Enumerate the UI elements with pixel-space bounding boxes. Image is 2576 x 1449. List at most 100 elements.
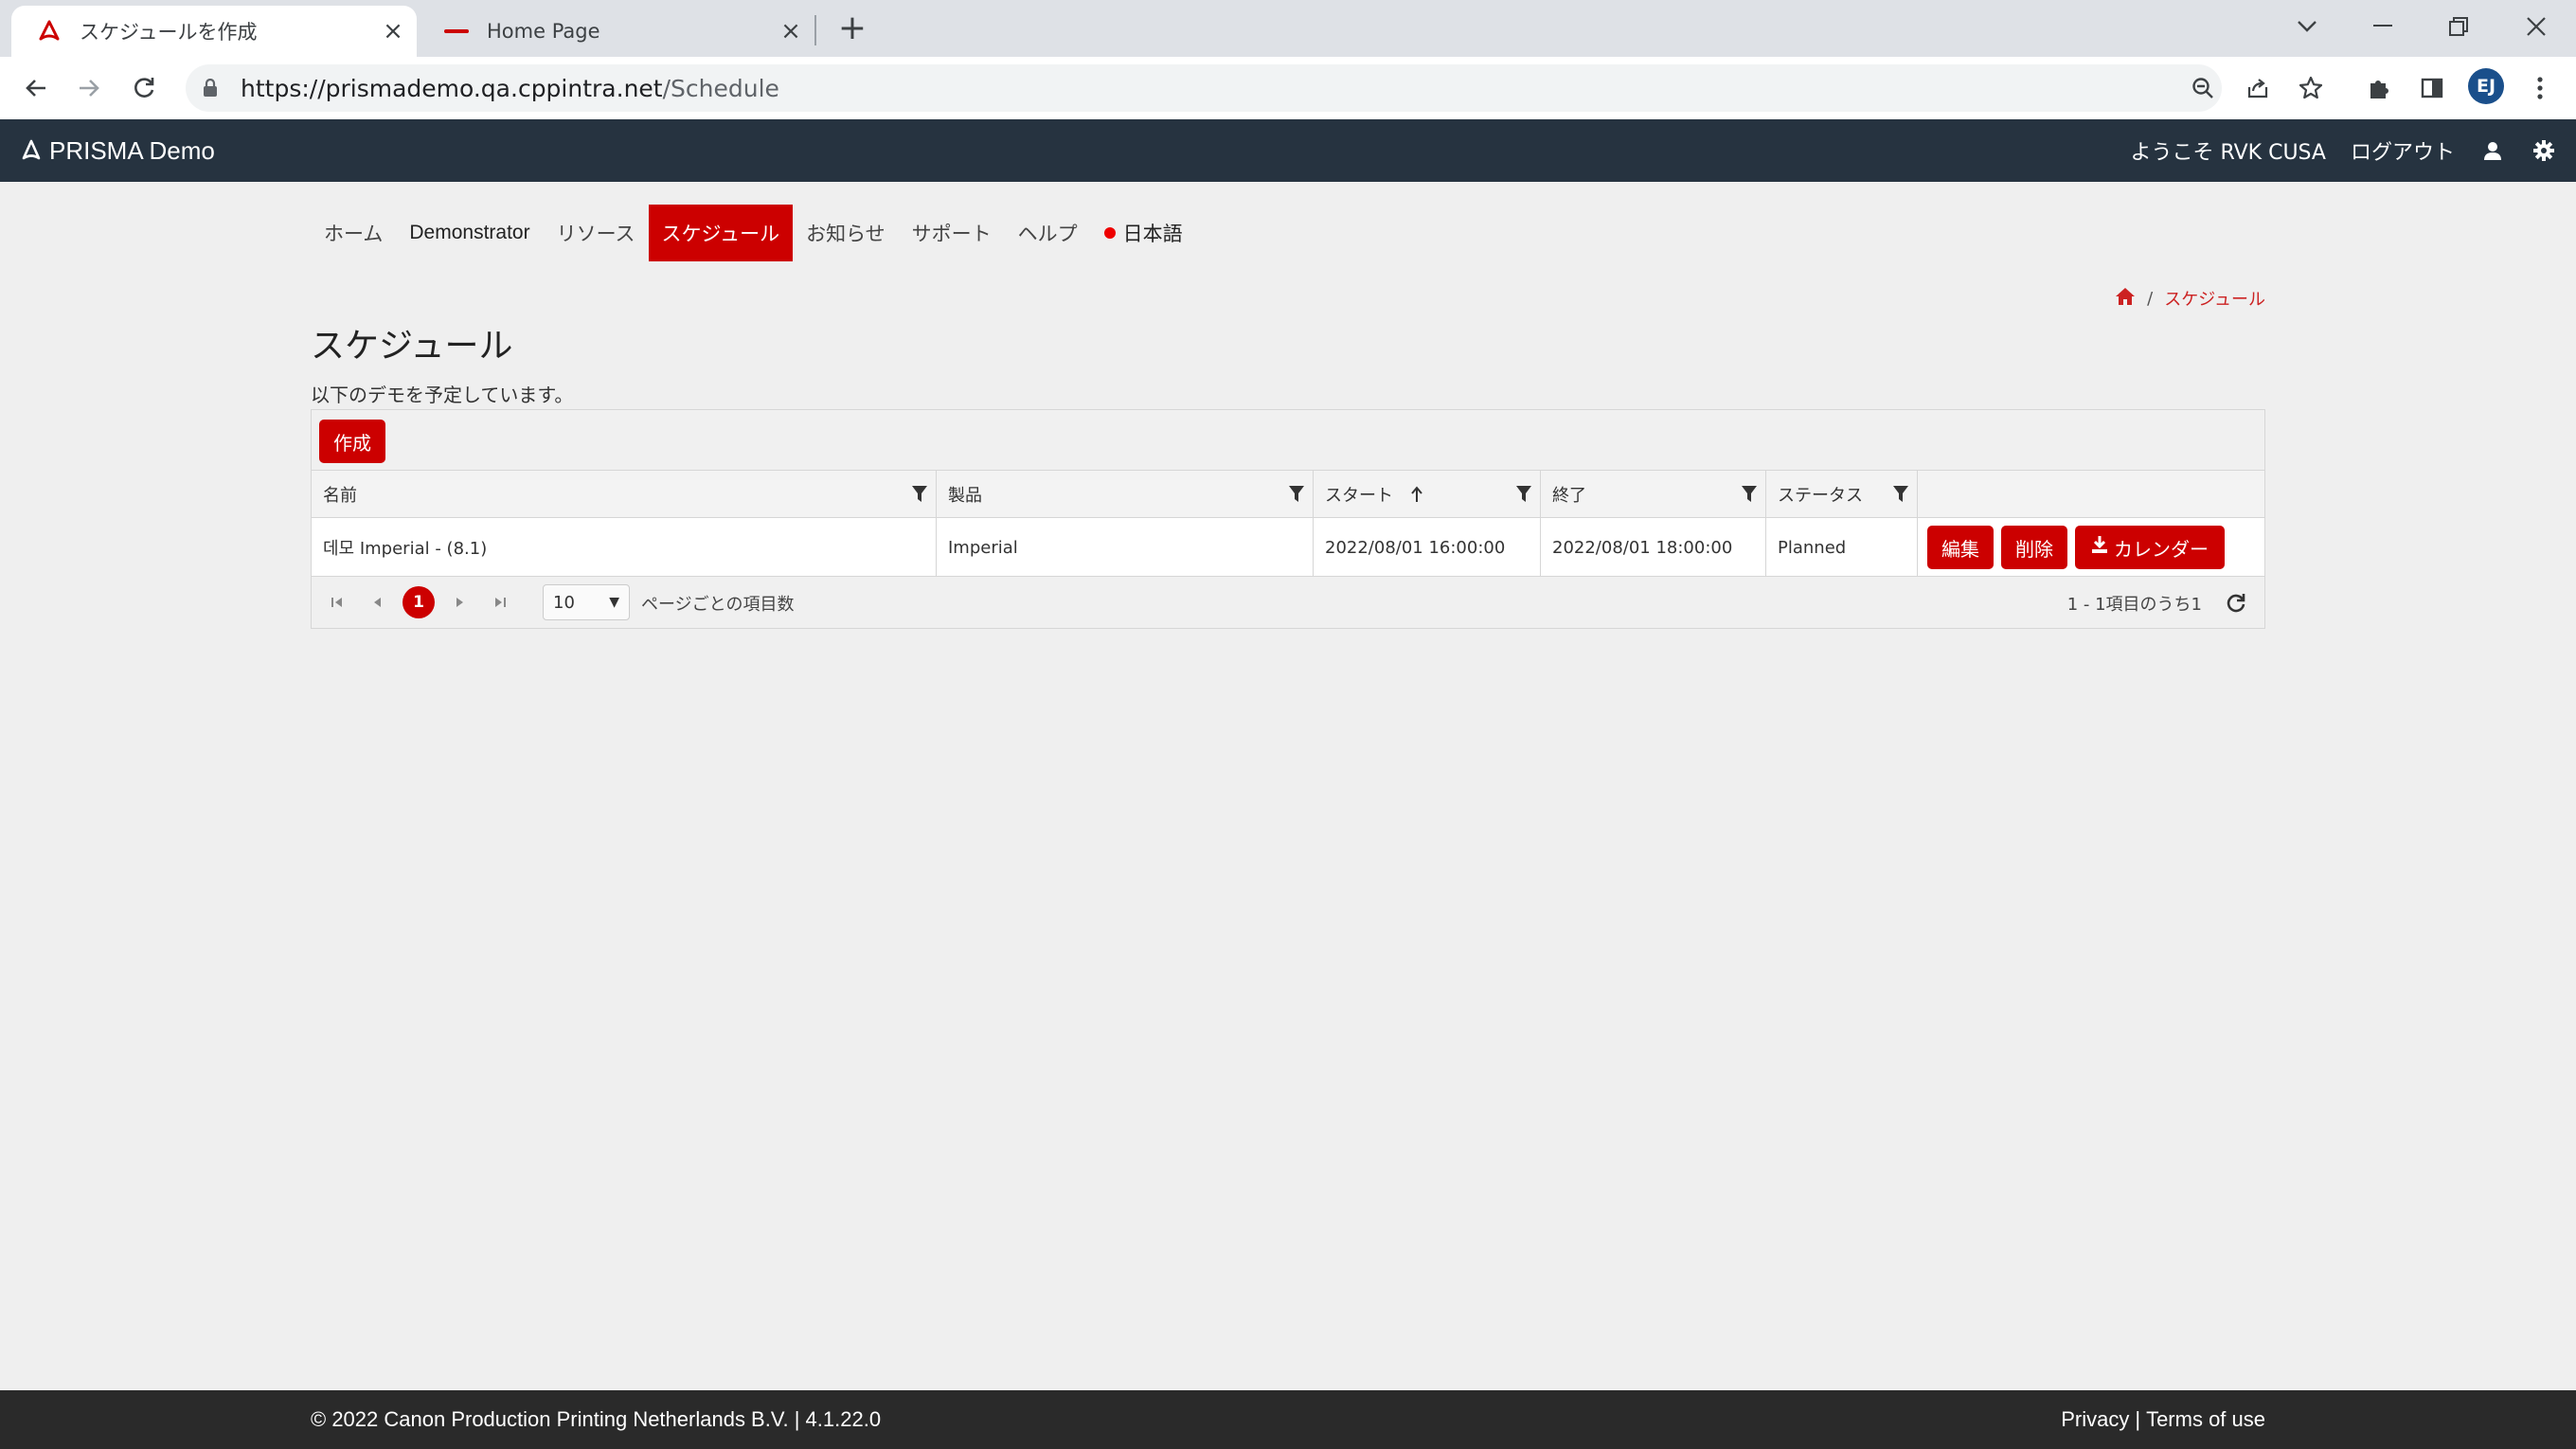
menu-item-support[interactable]: サポート [899,205,1005,261]
menu-item-help[interactable]: ヘルプ [1005,205,1091,261]
zoom-icon[interactable] [2184,69,2222,107]
tab-title: Home Page [487,20,600,43]
user-icon[interactable] [2479,137,2506,164]
column-header-name[interactable]: 名前 [312,471,937,518]
browser-tab-active[interactable]: スケジュールを作成 × [11,6,417,57]
menu-item-resources[interactable]: リソース [544,205,649,261]
sort-ascending-icon [1410,486,1423,503]
cell-end: 2022/08/01 18:00:00 [1541,518,1766,577]
browser-tab-inactive[interactable]: Home Page × [419,6,814,57]
browser-menu-icon[interactable] [2521,69,2559,107]
menu-item-schedule[interactable]: スケジュール [648,205,794,261]
page-size-select[interactable]: 10 ▼ [543,584,630,620]
language-label: 日本語 [1122,223,1183,245]
grid-toolbar: 作成 [312,410,2264,471]
copyright-text: © 2022 Canon Production Printing Netherl… [311,1407,882,1431]
share-icon[interactable] [2239,69,2277,107]
column-header-start[interactable]: スタート [1314,471,1541,518]
address-bar[interactable]: https://prismademo.qa.cppintra.net/Sched… [186,64,2222,112]
last-page-icon[interactable] [484,586,516,618]
schedule-grid: 作成 名前 製品 スタート 終了 ステータス 데모 Imperial - (8.… [311,409,2265,629]
filter-icon[interactable] [909,483,930,506]
column-label: ステータス [1778,486,1863,506]
previous-page-icon[interactable] [361,586,393,618]
bookmark-star-icon[interactable] [2292,69,2330,107]
first-page-icon[interactable] [321,586,353,618]
edit-button[interactable]: 編集 [1927,526,1994,569]
prisma-favicon-icon [36,18,63,45]
filter-icon[interactable] [1890,483,1911,506]
lock-icon[interactable] [203,79,225,98]
welcome-text: ようこそ RVK CUSA [2130,141,2326,165]
extensions-icon[interactable] [2360,69,2398,107]
restore-icon[interactable] [2430,8,2487,45]
browser-toolbar: https://prismademo.qa.cppintra.net/Sched… [0,57,2576,119]
canon-favicon-icon [443,18,470,45]
column-header-end[interactable]: 終了 [1541,471,1766,518]
main-menu: ホーム Demonstrator リソース スケジュール お知らせ サポート ヘ… [311,205,1196,261]
calendar-label: カレンダー [2114,539,2209,561]
brand-link[interactable]: PRISMA Demo [21,119,215,182]
url-text: https://prismademo.qa.cppintra.net/Sched… [241,74,779,102]
app-header: PRISMA Demo ようこそ RVK CUSA ログアウト [0,119,2576,182]
menu-item-demonstrator[interactable]: Demonstrator [396,205,543,261]
new-tab-icon[interactable]: + [833,11,871,49]
tab-search-chevron-icon[interactable] [2279,8,2335,45]
close-tab-icon[interactable]: × [777,17,805,45]
page-button-current[interactable]: 1 [402,586,435,618]
filter-icon[interactable] [1739,483,1760,506]
breadcrumb-current: スケジュール [2164,290,2265,310]
profile-avatar[interactable]: EJ [2468,68,2504,104]
grid-header: 名前 製品 スタート 終了 ステータス [312,471,2264,518]
delete-button[interactable]: 削除 [2001,526,2067,569]
reload-icon[interactable] [125,69,163,107]
filter-icon[interactable] [1513,483,1534,506]
browser-tabstrip: スケジュールを作成 × Home Page × + [0,0,2576,57]
cell-start: 2022/08/01 16:00:00 [1314,518,1541,577]
refresh-icon[interactable] [2223,590,2249,617]
menu-item-news[interactable]: お知らせ [793,205,899,261]
dropdown-caret-icon: ▼ [609,595,619,610]
page-title: スケジュール [311,327,513,366]
column-label: 終了 [1552,486,1586,506]
privacy-link[interactable]: Privacy [2061,1407,2129,1432]
column-label: スタート [1325,486,1393,506]
close-tab-icon[interactable]: × [379,17,407,45]
page-size-value: 10 [553,592,575,613]
logout-link[interactable]: ログアウト [2351,135,2455,166]
page-size-label: ページごとの項目数 [641,595,795,615]
cell-actions: 編集 削除 カレンダー [1918,518,2264,577]
download-icon [2091,535,2108,560]
back-icon[interactable] [17,69,55,107]
page-footer: © 2022 Canon Production Printing Netherl… [0,1390,2576,1449]
terms-link[interactable]: Terms of use [2146,1407,2265,1432]
table-row[interactable]: 데모 Imperial - (8.1) Imperial 2022/08/01 … [312,518,2264,577]
close-window-icon[interactable] [2508,8,2565,45]
brand-name: PRISMA Demo [49,135,215,165]
breadcrumb: / スケジュール [2115,286,2265,311]
prisma-logo-icon [21,139,42,162]
footer-separator: | [2135,1407,2141,1431]
column-header-product[interactable]: 製品 [937,471,1314,518]
next-page-icon[interactable] [444,586,476,618]
language-selector[interactable]: 日本語 [1091,205,1196,261]
home-icon[interactable] [2115,287,2136,311]
pager: 1 10 ▼ ページごとの項目数 1 - 1項目のうち1 [312,577,2264,628]
column-label: 名前 [323,486,357,506]
tab-title: スケジュールを作成 [80,21,258,44]
minimize-icon[interactable] [2354,8,2411,45]
settings-gear-icon[interactable] [2531,137,2557,164]
forward-icon[interactable] [70,69,108,107]
cell-product: Imperial [937,518,1314,577]
column-label: 製品 [948,486,982,506]
calendar-download-button[interactable]: カレンダー [2075,526,2225,569]
page-info: 1 - 1項目のうち1 [2066,595,2202,615]
create-button[interactable]: 作成 [319,420,385,463]
cell-name: 데모 Imperial - (8.1) [312,518,937,577]
column-header-status[interactable]: ステータス [1766,471,1918,518]
japan-flag-icon [1103,227,1116,239]
filter-icon[interactable] [1286,483,1307,506]
menu-item-home[interactable]: ホーム [311,205,396,261]
side-panel-icon[interactable] [2413,69,2451,107]
column-header-actions [1918,471,2264,518]
